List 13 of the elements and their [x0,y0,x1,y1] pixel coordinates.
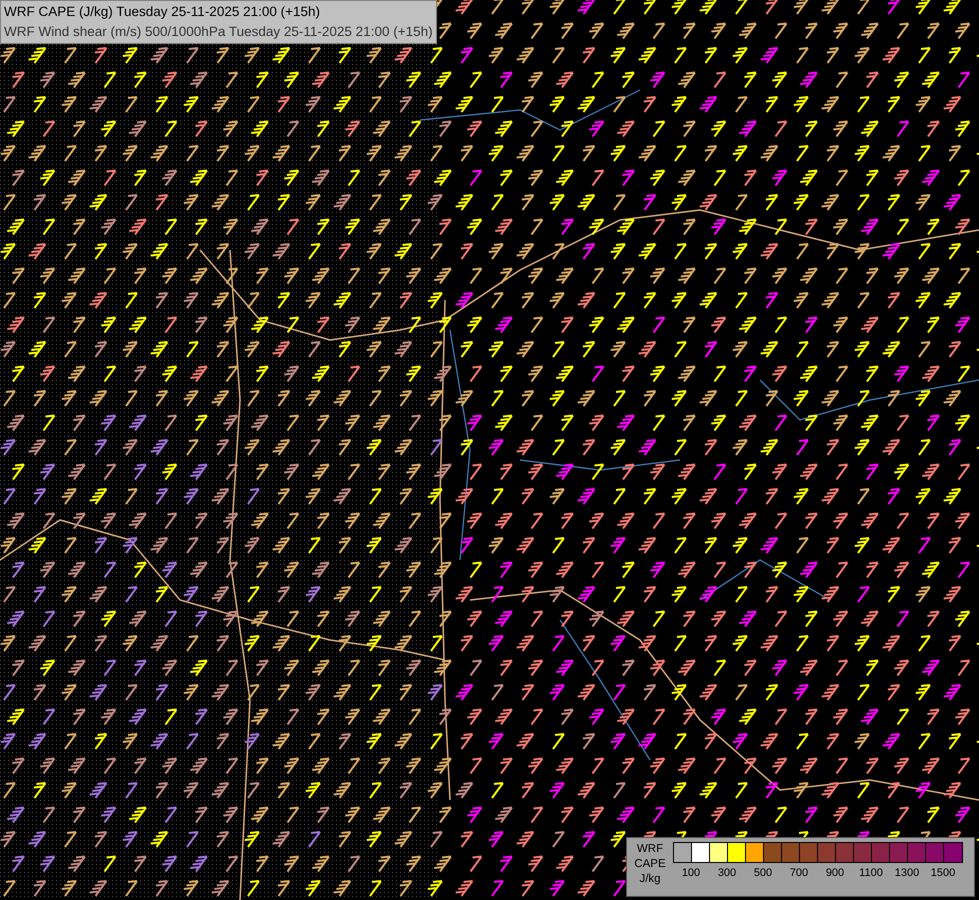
legend-label: CAPE [634,857,666,872]
legend-label: J/kg [639,872,661,887]
legend-label: WRF [636,842,664,857]
map-title: WRF CAPE (J/kg) Tuesday 25-11-2025 21:00 (+15h) [4,3,322,21]
tick-label: 100 [680,867,702,879]
tick-label: 1500 [930,867,956,879]
tick-label: 700 [788,867,810,879]
tick-label: 1100 [858,867,884,879]
tick-label: 900 [824,867,846,879]
map-title: WRF Wind shear (m/s) 500/1000hPa Tuesday 25-11-2025 21:00 (+15h) [4,23,433,41]
tick-label: 1300 [894,867,920,879]
tick-label: 300 [716,867,738,879]
tick-label: 500 [752,867,774,879]
